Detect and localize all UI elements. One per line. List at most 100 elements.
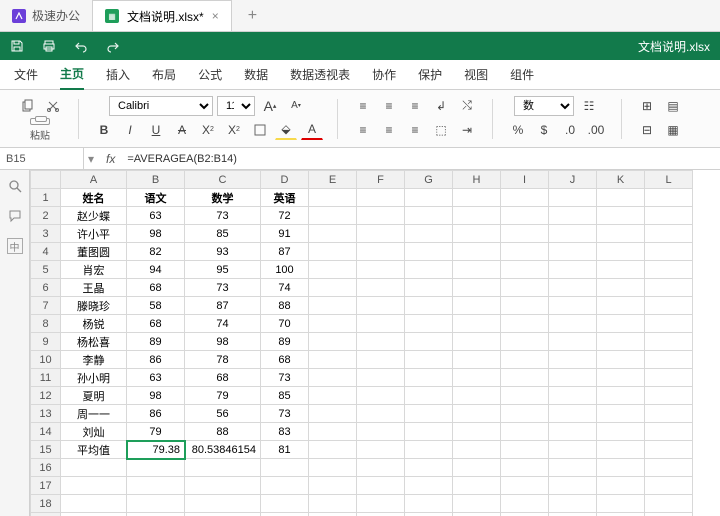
cell[interactable] [453, 243, 501, 261]
spreadsheet[interactable]: ABCDEFGHIJKL1姓名语文数学英语2赵少蝶6373723许小平98859… [30, 170, 720, 516]
cell[interactable] [357, 351, 405, 369]
row-header[interactable]: 11 [31, 369, 61, 387]
row-header[interactable]: 7 [31, 297, 61, 315]
cell[interactable]: 100 [261, 261, 309, 279]
cell[interactable]: 73 [185, 279, 261, 297]
menu-view[interactable]: 视图 [464, 60, 488, 89]
cell[interactable] [309, 189, 357, 207]
cell[interactable] [453, 315, 501, 333]
cell[interactable] [597, 477, 645, 495]
delete-cells-icon[interactable]: ⊟ [636, 120, 658, 140]
align-top-icon[interactable]: ≡ [352, 96, 374, 116]
cell[interactable]: 许小平 [61, 225, 127, 243]
cell[interactable] [61, 495, 127, 513]
cell[interactable] [357, 261, 405, 279]
cell[interactable] [357, 405, 405, 423]
align-bottom-icon[interactable]: ≡ [404, 96, 426, 116]
cell[interactable] [549, 243, 597, 261]
cell[interactable]: 98 [127, 387, 185, 405]
cell[interactable]: 夏明 [61, 387, 127, 405]
cell[interactable]: 85 [185, 225, 261, 243]
cell[interactable] [597, 189, 645, 207]
cell[interactable]: 73 [261, 405, 309, 423]
menu-pivot[interactable]: 数据透视表 [290, 60, 350, 89]
cell[interactable] [453, 351, 501, 369]
cell[interactable] [405, 279, 453, 297]
percent-icon[interactable]: % [507, 120, 529, 140]
cell[interactable] [61, 477, 127, 495]
cell[interactable] [61, 513, 127, 516]
align-right-icon[interactable]: ≡ [404, 120, 426, 140]
row-header[interactable]: 18 [31, 495, 61, 513]
column-header[interactable]: E [309, 171, 357, 189]
cell[interactable]: 56 [185, 405, 261, 423]
redo-icon[interactable] [106, 39, 120, 53]
cell[interactable] [261, 513, 309, 516]
cell[interactable] [453, 279, 501, 297]
cell[interactable] [405, 477, 453, 495]
cell[interactable] [453, 441, 501, 459]
cell[interactable] [453, 225, 501, 243]
row-header[interactable]: 3 [31, 225, 61, 243]
cell[interactable] [309, 441, 357, 459]
cell[interactable] [309, 369, 357, 387]
name-box[interactable]: B15 [0, 148, 84, 169]
cell[interactable] [597, 279, 645, 297]
cell[interactable]: 98 [185, 333, 261, 351]
cell[interactable] [501, 423, 549, 441]
cell[interactable]: 87 [185, 297, 261, 315]
cell[interactable] [405, 495, 453, 513]
undo-icon[interactable] [74, 39, 88, 53]
cell[interactable] [309, 387, 357, 405]
row-header[interactable]: 14 [31, 423, 61, 441]
fill-color-button[interactable]: ⬙ [275, 120, 297, 140]
cell[interactable]: 79 [127, 423, 185, 441]
cell[interactable] [357, 315, 405, 333]
cell[interactable] [549, 225, 597, 243]
cell[interactable]: 85 [261, 387, 309, 405]
cell[interactable]: 81 [261, 441, 309, 459]
font-size-select[interactable]: 11 [217, 96, 255, 116]
row-header[interactable]: 9 [31, 333, 61, 351]
cell[interactable] [501, 297, 549, 315]
cell[interactable]: 73 [185, 207, 261, 225]
cell[interactable] [453, 297, 501, 315]
underline-button[interactable]: U [145, 120, 167, 140]
decrease-decimal-icon[interactable]: .0 [559, 120, 581, 140]
new-tab-button[interactable]: + [232, 7, 273, 25]
cell[interactable] [645, 315, 693, 333]
cell[interactable]: 李静 [61, 351, 127, 369]
cell[interactable]: 87 [261, 243, 309, 261]
cell[interactable]: 94 [127, 261, 185, 279]
cell[interactable]: 语文 [127, 189, 185, 207]
cell[interactable]: 73 [261, 369, 309, 387]
cell[interactable] [405, 243, 453, 261]
cell[interactable] [357, 369, 405, 387]
cell[interactable] [261, 459, 309, 477]
column-header[interactable]: I [501, 171, 549, 189]
cell[interactable] [597, 297, 645, 315]
cell[interactable] [597, 369, 645, 387]
cut-icon[interactable] [42, 96, 64, 116]
cell[interactable] [309, 333, 357, 351]
cell[interactable]: 王晶 [61, 279, 127, 297]
cell[interactable] [597, 423, 645, 441]
cell[interactable] [645, 279, 693, 297]
cell[interactable] [501, 261, 549, 279]
align-left-icon[interactable]: ≡ [352, 120, 374, 140]
cell[interactable]: 70 [261, 315, 309, 333]
cell[interactable] [357, 495, 405, 513]
cell[interactable]: 98 [127, 225, 185, 243]
cell[interactable]: 89 [261, 333, 309, 351]
cell[interactable] [597, 315, 645, 333]
cell[interactable] [549, 441, 597, 459]
cell[interactable] [61, 459, 127, 477]
cell[interactable] [645, 477, 693, 495]
menu-collab[interactable]: 协作 [372, 60, 396, 89]
cell[interactable] [645, 351, 693, 369]
cell[interactable] [645, 261, 693, 279]
cell[interactable] [127, 513, 185, 516]
cell[interactable]: 刘灿 [61, 423, 127, 441]
cell[interactable] [309, 207, 357, 225]
number-format-select[interactable]: 数 [514, 96, 574, 116]
